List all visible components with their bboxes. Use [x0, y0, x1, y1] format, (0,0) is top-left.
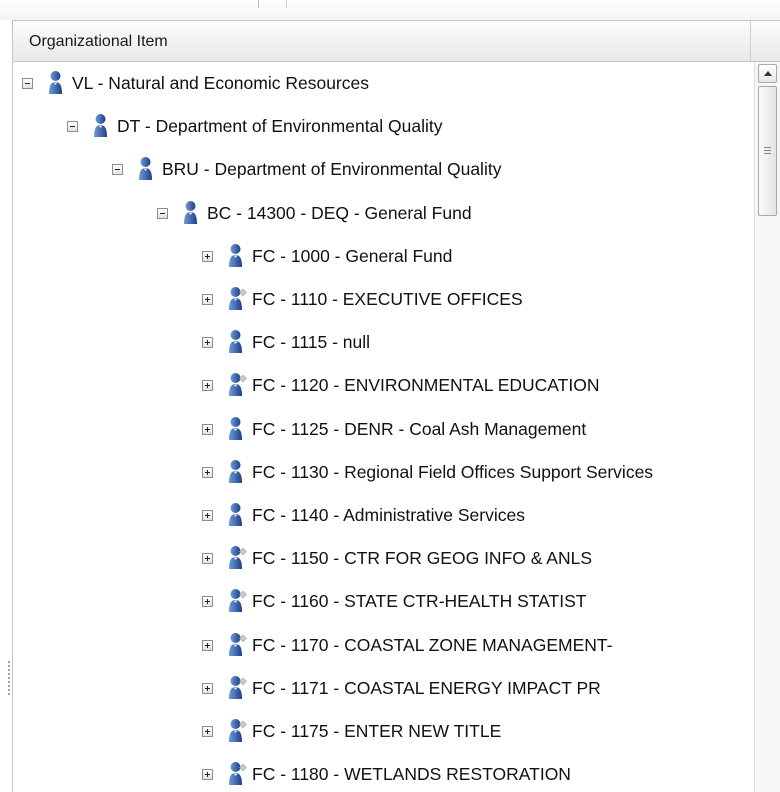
- expand-icon[interactable]: [202, 769, 213, 781]
- tree-node[interactable]: FC - 1160 - STATE CTR-HEALTH STATIST: [13, 582, 754, 624]
- expand-icon[interactable]: [202, 510, 213, 521]
- person-icon: [228, 718, 250, 744]
- tree-node-label[interactable]: FC - 1171 - COASTAL ENERGY IMPACT PR: [252, 678, 601, 699]
- expand-icon[interactable]: [202, 337, 213, 349]
- tree-node-label[interactable]: BRU - Department of Environmental Qualit…: [162, 159, 501, 180]
- tree-node[interactable]: FC - 1130 - Regional Field Offices Suppo…: [13, 453, 754, 495]
- thumb-grip-line: [764, 150, 771, 151]
- tree-node-label[interactable]: FC - 1130 - Regional Field Offices Suppo…: [252, 462, 653, 483]
- expand-icon[interactable]: [202, 682, 213, 694]
- person-icon: [228, 675, 250, 701]
- column-header-label: Organizational Item: [29, 33, 168, 50]
- org-tree-panel: Organizational Item VL - Natural and Eco…: [12, 20, 780, 792]
- tree-node-label[interactable]: FC - 1110 - EXECUTIVE OFFICES: [252, 289, 523, 310]
- org-tree: VL - Natural and Economic Resources DT - …: [13, 62, 754, 792]
- person-icon: [228, 588, 250, 614]
- tree-node[interactable]: FC - 1000 - General Fund: [13, 237, 754, 279]
- tree-node-label[interactable]: FC - 1140 - Administrative Services: [252, 505, 525, 526]
- person-icon: [138, 156, 160, 182]
- tree-node[interactable]: VL - Natural and Economic Resources: [13, 64, 754, 106]
- tree-node[interactable]: FC - 1150 - CTR FOR GEOG INFO & ANLS: [13, 539, 754, 581]
- person-icon: [228, 459, 250, 485]
- thumb-grip-line: [764, 147, 771, 148]
- tree-node-label[interactable]: FC - 1175 - ENTER NEW TITLE: [252, 721, 501, 742]
- expand-icon[interactable]: [202, 596, 213, 608]
- tree-node-label[interactable]: FC - 1115 - null: [252, 332, 370, 353]
- tree-node-label[interactable]: DT - Department of Environmental Quality: [117, 116, 443, 137]
- person-icon: [228, 761, 250, 787]
- collapse-icon[interactable]: [22, 78, 33, 89]
- tree-node[interactable]: FC - 1140 - Administrative Services: [13, 496, 754, 538]
- toolbar-separator: [258, 0, 259, 8]
- person-icon: [228, 502, 250, 528]
- tree-node[interactable]: FC - 1175 - ENTER NEW TITLE: [13, 712, 754, 754]
- person-icon: [48, 70, 70, 96]
- person-icon: [228, 372, 250, 398]
- tree-node-label[interactable]: FC - 1120 - ENVIRONMENTAL EDUCATION: [252, 375, 599, 396]
- collapse-icon[interactable]: [157, 207, 168, 219]
- tree-node[interactable]: DT - Department of Environmental Quality: [13, 107, 754, 149]
- expand-icon[interactable]: [202, 423, 213, 435]
- expand-icon[interactable]: [202, 553, 213, 565]
- collapse-icon[interactable]: [67, 121, 78, 133]
- tree-node-label[interactable]: BC - 14300 - DEQ - General Fund: [207, 203, 472, 224]
- tree-node-label[interactable]: FC - 1150 - CTR FOR GEOG INFO & ANLS: [252, 548, 592, 569]
- tree-node[interactable]: FC - 1180 - WETLANDS RESTORATION: [13, 755, 754, 792]
- person-icon: [228, 545, 250, 571]
- tree-node[interactable]: BRU - Department of Environmental Qualit…: [13, 150, 754, 192]
- expand-icon[interactable]: [202, 380, 213, 392]
- tree-node-label[interactable]: FC - 1160 - STATE CTR-HEALTH STATIST: [252, 591, 586, 612]
- expand-icon[interactable]: [202, 639, 213, 651]
- top-toolbar-strip: [0, 0, 780, 20]
- tree-node[interactable]: BC - 14300 - DEQ - General Fund: [13, 194, 754, 236]
- tree-node[interactable]: FC - 1170 - COASTAL ZONE MANAGEMENT-: [13, 626, 754, 668]
- column-header-organizational-item[interactable]: Organizational Item: [13, 21, 751, 61]
- tree-node-label[interactable]: FC - 1125 - DENR - Coal Ash Management: [252, 419, 586, 440]
- tree-header: Organizational Item: [13, 21, 780, 62]
- splitter-grip[interactable]: [7, 660, 11, 696]
- person-icon: [183, 200, 205, 226]
- scroll-up-arrow-icon[interactable]: [758, 64, 777, 83]
- expand-icon[interactable]: [202, 466, 213, 478]
- tree-node[interactable]: FC - 1120 - ENVIRONMENTAL EDUCATION: [13, 366, 754, 408]
- tree-node-label[interactable]: VL - Natural and Economic Resources: [72, 73, 369, 94]
- tree-node-label[interactable]: FC - 1180 - WETLANDS RESTORATION: [252, 764, 571, 785]
- tree-node[interactable]: FC - 1171 - COASTAL ENERGY IMPACT PR: [13, 669, 754, 711]
- tree-node-label[interactable]: FC - 1170 - COASTAL ZONE MANAGEMENT-: [252, 635, 612, 656]
- scroll-thumb[interactable]: [758, 86, 777, 216]
- person-icon: [228, 329, 250, 355]
- expand-icon[interactable]: [202, 726, 213, 737]
- person-icon: [228, 632, 250, 658]
- collapse-icon[interactable]: [112, 164, 123, 176]
- expand-icon[interactable]: [202, 250, 213, 262]
- person-icon: [93, 113, 115, 139]
- thumb-grip-line: [764, 153, 771, 154]
- expand-icon[interactable]: [202, 294, 213, 305]
- person-icon: [228, 416, 250, 442]
- tree-node[interactable]: FC - 1125 - DENR - Coal Ash Management: [13, 410, 754, 452]
- tree-node[interactable]: FC - 1110 - EXECUTIVE OFFICES: [13, 280, 754, 322]
- tree-node[interactable]: FC - 1115 - null: [13, 323, 754, 365]
- person-icon: [228, 243, 250, 269]
- vertical-scrollbar[interactable]: [754, 62, 780, 792]
- toolbar-separator: [286, 0, 287, 8]
- person-icon: [228, 286, 250, 312]
- tree-node-label[interactable]: FC - 1000 - General Fund: [252, 246, 452, 267]
